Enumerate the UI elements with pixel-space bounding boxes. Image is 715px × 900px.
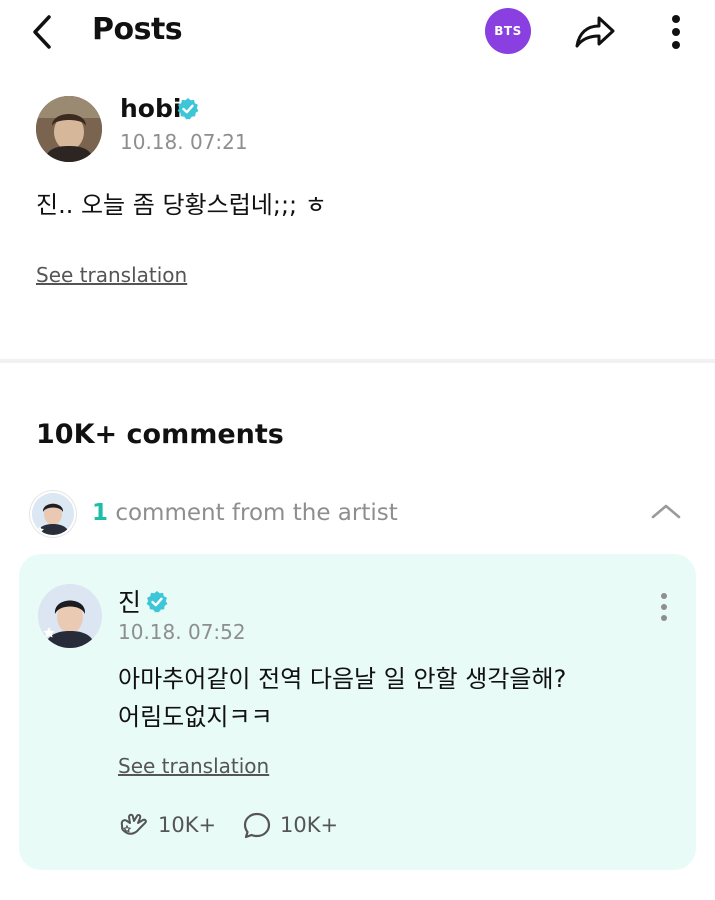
more-vertical-icon [672,15,680,49]
comments-count-heading: 10K+ comments [36,419,284,450]
reply-button[interactable]: 10K+ [242,810,338,840]
back-button[interactable] [22,12,62,52]
top-bar: Posts BTS [0,0,715,64]
share-button[interactable] [570,10,618,54]
avatar-image [32,493,74,535]
like-hand-icon [120,813,147,835]
avatar-image [38,584,102,648]
chevron-left-icon [33,15,51,49]
like-count: 10K+ [158,813,217,837]
author-avatar[interactable] [36,96,102,162]
comment-timestamp: 10.18. 07:52 [118,620,246,644]
chevron-up-icon [651,504,681,519]
community-badge[interactable]: BTS [485,8,531,54]
collapse-artist-comments-button[interactable] [648,496,684,526]
post-author-name[interactable]: hobi [120,92,181,126]
avatar-image [36,96,102,162]
comment-author-avatar[interactable] [38,584,102,648]
comment-author-name[interactable]: 진 [118,586,141,620]
share-arrow-icon [575,16,615,48]
post-body: 진.. 오늘 좀 당황스럽네;;; ㅎ [36,191,327,219]
reply-count: 10K+ [280,813,339,837]
see-translation-link[interactable]: See translation [36,261,187,289]
artist-avatar-small [32,493,74,535]
comment-text-line: 아마추어같이 전역 다음날 일 안할 생각을해? [118,665,567,693]
artist-comments-toggle-label[interactable]: 1 comment from the artist [92,497,398,529]
more-vertical-icon [661,593,667,621]
comment-text-line: 어림도없지ㅋㅋ [118,703,273,731]
artist-comment-label: comment from the artist [115,500,398,526]
comment-more-button[interactable] [652,590,676,624]
page-title: Posts [92,12,183,47]
comment-bubble-icon [243,812,271,839]
like-button[interactable]: 10K+ [118,810,216,840]
verified-badge-icon [146,591,168,613]
section-divider [0,359,715,363]
artist-comment-count: 1 [92,500,109,526]
more-options-button[interactable] [660,10,692,54]
verified-badge-icon [177,98,199,120]
post-timestamp: 10.18. 07:21 [120,130,248,154]
comment-see-translation-link[interactable]: See translation [118,752,269,780]
comment-text: 아마추어같이 전역 다음날 일 안할 생각을해? 어림도없지ㅋㅋ [118,660,658,736]
